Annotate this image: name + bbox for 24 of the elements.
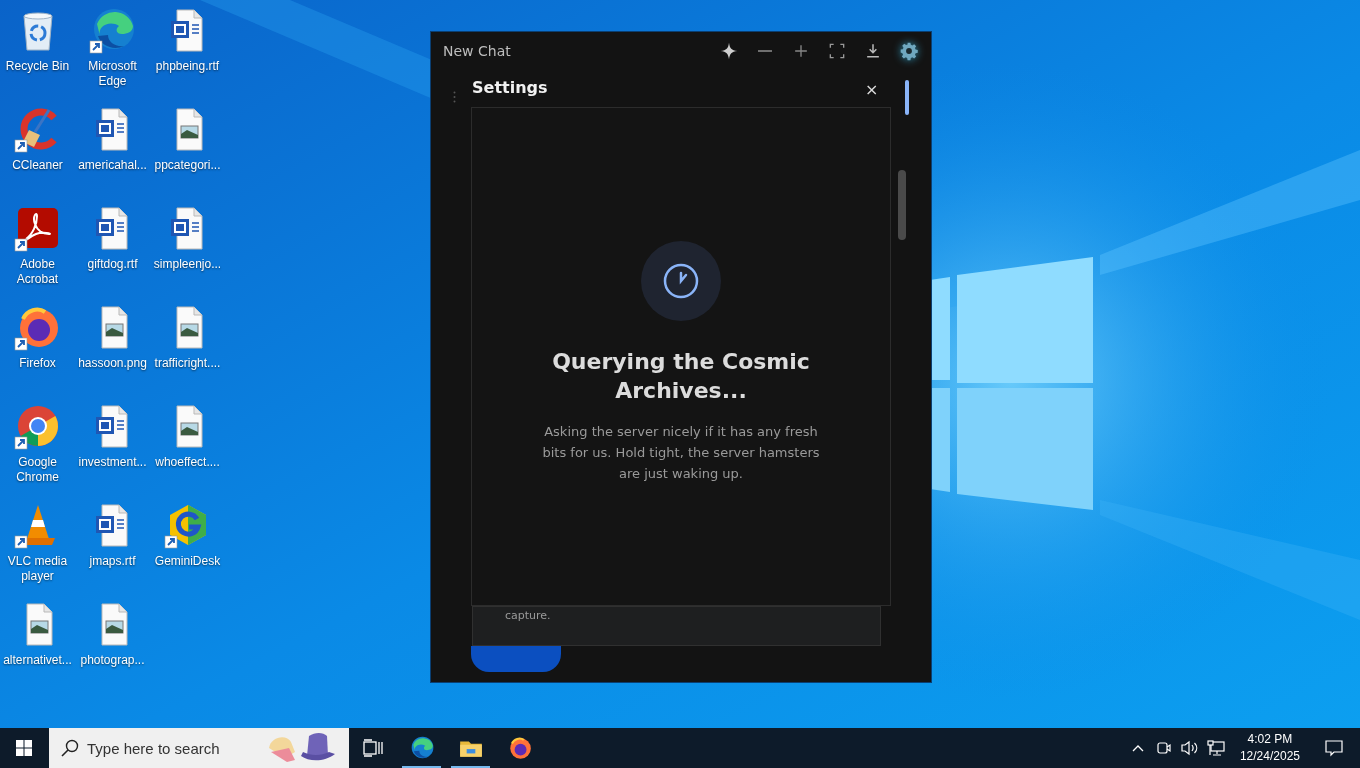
close-button[interactable]: × <box>865 81 879 99</box>
fullscreen-icon <box>827 41 847 61</box>
task-view-icon <box>363 739 383 757</box>
speaker-icon <box>1180 740 1199 756</box>
description-text: capture. <box>505 609 551 622</box>
notification-icon <box>1325 739 1343 757</box>
search-input[interactable]: Type here to search <box>87 739 257 757</box>
chevron-up-icon <box>1131 744 1144 752</box>
window-title: New Chat <box>443 43 512 59</box>
minus-icon <box>758 50 772 52</box>
search-icon <box>61 739 79 757</box>
scrollbar-thumb[interactable] <box>905 80 909 115</box>
clock-icon <box>641 241 721 321</box>
settings-icon <box>899 41 919 61</box>
windows-logo-icon <box>16 740 32 756</box>
camera-icon <box>1156 740 1171 756</box>
covered-button[interactable] <box>471 646 561 672</box>
drag-handle-icon <box>453 91 456 103</box>
network-icon <box>1206 740 1225 756</box>
dialog-title: Settings <box>472 78 548 97</box>
scrollbar-thumb[interactable] <box>898 170 906 240</box>
clock-button[interactable]: 4:02 PM 12/24/2025 <box>1231 728 1308 768</box>
loading-message: Asking the server nicely if it has any fresh bits for us. Hold tight, the server hamsters are just waking up. <box>541 423 821 483</box>
loading-heading: Querying the Cosmic Archives... <box>551 348 811 405</box>
